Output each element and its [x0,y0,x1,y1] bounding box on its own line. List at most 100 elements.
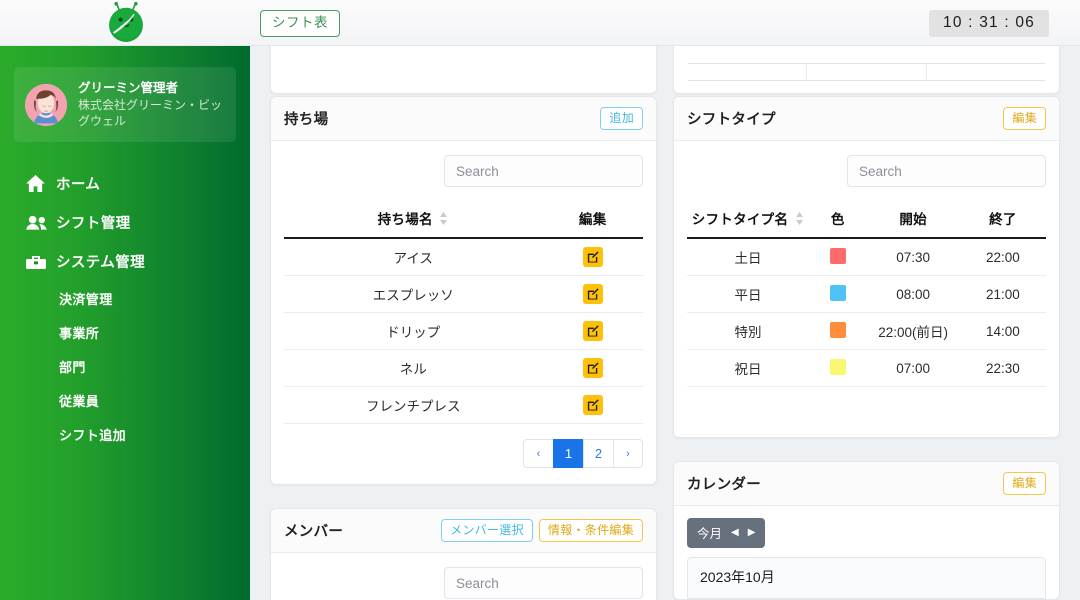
scrolled-card-left [270,46,657,94]
pagination-next[interactable]: › [613,439,643,469]
home-icon [26,175,52,192]
workplace-col-name[interactable]: 持ち場名 [284,202,543,240]
shift-type-search-row: Search [687,155,1046,187]
scrolled-cards-row [250,46,1080,94]
member-search-input[interactable]: Search [444,567,643,600]
sort-icon [794,212,804,228]
calendar-nav-group: 今月 ◀ ▶ [687,518,766,549]
left-column: 持ち場 追加 Search 持ち場名 編集 アイス エスプレッソ ドリップ ネル… [270,96,657,600]
calendar-today-button[interactable]: 今月 [697,523,722,542]
edit-icon[interactable] [582,284,603,305]
shift-type-cell-name: 祝日 [687,349,810,388]
shift-type-search-input[interactable]: Search [847,155,1046,187]
calendar-edit-button[interactable]: 編集 [1003,472,1046,496]
shift-table-button[interactable]: シフト表 [260,10,340,37]
member-search-row: Search [284,567,643,600]
table-row: アイス [284,238,643,277]
workplace-card: 持ち場 追加 Search 持ち場名 編集 アイス エスプレッソ ドリップ ネル… [270,96,657,486]
sidebar-subitem-department[interactable]: 部門 [0,349,250,383]
main-content: 持ち場 追加 Search 持ち場名 編集 アイス エスプレッソ ドリップ ネル… [250,46,1080,600]
color-swatch [829,284,846,301]
sort-icon [439,212,449,228]
workplace-cell-name: アイス [284,238,543,277]
edit-icon[interactable] [582,395,603,416]
member-header-buttons: メンバー選択 情報・条件編集 [441,519,643,543]
shift-type-col-name-label: シフトタイプ名 [691,212,789,227]
profile-org: 株式会社グリーミン・ビッグウェル [78,98,223,128]
edit-icon[interactable] [582,247,603,268]
workplace-cell-edit [542,238,643,277]
pagination-page-2[interactable]: 2 [583,439,613,469]
workplace-table-head: 持ち場名 編集 [284,202,643,240]
sidebar-subitem-office[interactable]: 事業所 [0,315,250,349]
table-row: 土日 07:30 22:00 [687,238,1046,277]
sidebar-item-home[interactable]: ホーム [0,164,250,203]
table-row: 特別 22:00(前日) 14:00 [687,312,1046,351]
greemin-mascot-icon [109,2,143,42]
workplace-card-title: 持ち場 [284,112,329,128]
workplace-add-button[interactable]: 追加 [600,107,643,130]
sidebar-item-system-management[interactable]: システム管理 [0,242,250,281]
workplace-table-body: アイス エスプレッソ ドリップ ネル フレンチプレス [284,238,643,425]
shift-type-cell-start: 08:00 [866,275,960,314]
calendar-prev-icon[interactable]: ◀ [731,527,739,538]
member-select-button[interactable]: メンバー選択 [441,519,533,543]
calendar-month-label: 2023年10月 [687,557,1046,600]
edit-icon[interactable] [582,321,603,342]
sidebar-item-shift-management[interactable]: シフト管理 [0,203,250,242]
workplace-search-row: Search [284,155,643,187]
calendar-card-body: 今月 ◀ ▶ 2023年10月 [674,506,1059,600]
shift-type-cell-name: 土日 [687,238,810,277]
shift-type-cell-end: 14:00 [959,312,1046,351]
shift-type-table-head: シフトタイプ名 色 開始 終了 [687,202,1046,240]
shift-type-card-header: シフトタイプ 編集 [674,97,1059,141]
member-card-header: メンバー メンバー選択 情報・条件編集 [271,509,656,554]
calendar-card: カレンダー 編集 今月 ◀ ▶ 2023年10月 [673,461,1060,600]
shift-type-col-start: 開始 [866,202,960,240]
shift-type-cell-name: 平日 [687,275,810,314]
top-bar: シフト表 10 : 31 : 06 [0,0,1080,46]
workplace-cell-edit [542,312,643,351]
profile-name: グリーミン管理者 [78,81,179,95]
sidebar-subitem-payment[interactable]: 決済管理 [0,281,250,315]
calendar-card-header: カレンダー 編集 [674,462,1059,507]
sidebar-subitem-add-shift[interactable]: シフト追加 [0,417,250,451]
workplace-cell-name: フレンチプレス [284,386,543,425]
edit-icon[interactable] [582,358,603,379]
shift-type-card: シフトタイプ 編集 Search シフトタイプ名 色 開始 終了 土日 07:3… [673,96,1060,439]
shift-type-header-buttons: 編集 [1003,107,1046,130]
avatar [24,83,68,126]
member-card-title: メンバー [284,524,344,541]
sidebar-nav: ホーム シフト管理 システム管理 決済管理 事業所 部門 従業員 シフト追加 [0,164,250,451]
shift-type-cell-end: 22:30 [959,349,1046,388]
workplace-search-input[interactable]: Search [444,155,643,187]
calendar-card-title: カレンダー [687,477,761,494]
color-swatch [829,321,846,338]
calendar-next-icon[interactable]: ▶ [748,527,756,538]
pagination-page-1[interactable]: 1 [553,439,583,469]
shift-type-edit-button[interactable]: 編集 [1003,107,1046,130]
workplace-card-body: Search 持ち場名 編集 アイス エスプレッソ ドリップ ネル フレンチプレ… [271,141,656,484]
workplace-cell-edit [542,275,643,314]
workplace-card-header: 持ち場 追加 [271,97,656,141]
shift-type-col-name[interactable]: シフトタイプ名 [687,202,810,240]
scrolled-card-right [673,46,1060,94]
sidebar: グリーミン管理者 株式会社グリーミン・ビッグウェル ホーム シフト管理 システム… [0,46,250,600]
sidebar-item-label-home: ホーム [56,177,101,193]
app-logo[interactable] [101,1,151,45]
clock-display: 10 : 31 : 06 [929,10,1049,37]
profile-card[interactable]: グリーミン管理者 株式会社グリーミン・ビッグウェル [14,67,236,142]
shift-type-table: シフトタイプ名 色 開始 終了 土日 07:30 22:00 平日 08:00 … [687,202,1046,388]
sidebar-item-label-system-management: システム管理 [56,255,145,271]
profile-text: グリーミン管理者 株式会社グリーミン・ビッグウェル [78,80,226,129]
shift-type-card-title: シフトタイプ [687,112,776,128]
shift-type-cell-start: 07:30 [866,238,960,277]
cards-grid: 持ち場 追加 Search 持ち場名 編集 アイス エスプレッソ ドリップ ネル… [250,96,1080,600]
shift-type-cell-name: 特別 [687,312,810,351]
member-edit-button[interactable]: 情報・条件編集 [538,519,643,543]
people-icon [26,215,52,231]
sidebar-subitem-employee[interactable]: 従業員 [0,383,250,417]
shift-type-col-end: 終了 [959,202,1046,240]
pagination-prev[interactable]: ‹ [523,439,553,469]
workplace-col-edit: 編集 [542,202,643,240]
